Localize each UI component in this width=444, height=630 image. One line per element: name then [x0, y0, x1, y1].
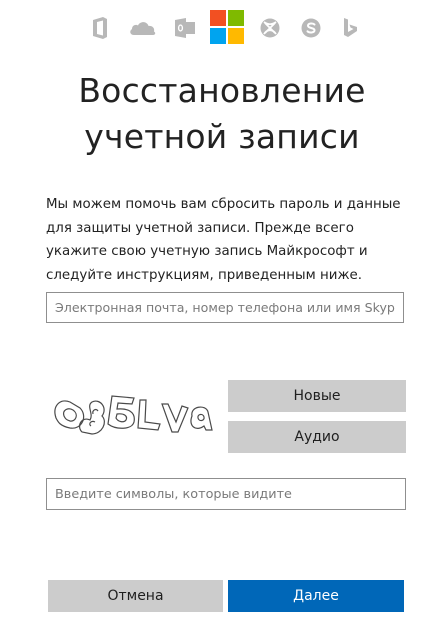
next-button[interactable]: Далее — [228, 580, 404, 612]
page-title: Восстановление учетной записи — [0, 68, 444, 160]
captcha-input[interactable] — [46, 478, 406, 510]
cancel-button[interactable]: Отмена — [48, 580, 223, 612]
page-title-line-1: Восстановление — [78, 71, 366, 110]
bing-icon — [341, 16, 359, 40]
new-captcha-button[interactable]: Новые — [228, 380, 406, 412]
office-icon — [90, 16, 110, 40]
skype-icon — [300, 16, 322, 40]
brand-bar — [88, 10, 358, 48]
page-title-line-2: учетной записи — [84, 117, 360, 156]
onedrive-icon — [128, 16, 158, 40]
audio-captcha-button[interactable]: Аудио — [228, 421, 406, 453]
outlook-icon — [174, 16, 196, 40]
intro-text: Мы можем помочь вам сбросить пароль и да… — [46, 197, 401, 283]
microsoft-logo — [210, 10, 244, 44]
captcha-image — [46, 378, 222, 450]
account-identifier-input[interactable] — [46, 292, 404, 323]
xbox-icon — [259, 16, 281, 40]
